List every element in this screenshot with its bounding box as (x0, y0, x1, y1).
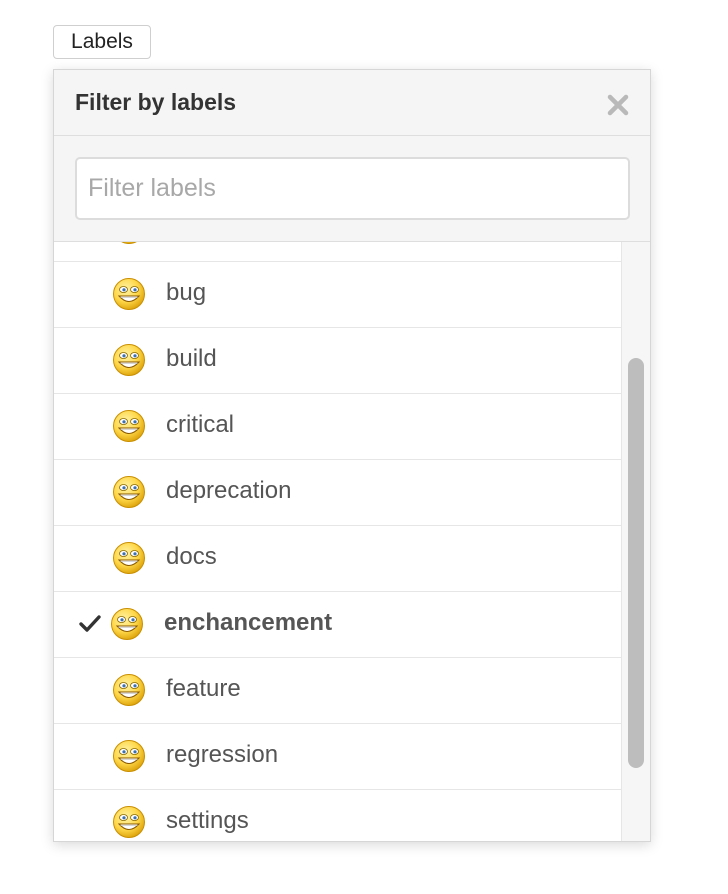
labels-button-label: Labels (71, 30, 133, 53)
smiley-emoji-icon (111, 608, 143, 640)
filter-area (54, 136, 650, 242)
label-filter-popover: Filter by labels breaking bug (53, 69, 651, 842)
label-list: breaking bug build critical (54, 242, 621, 841)
label-item-feature[interactable]: feature (54, 658, 621, 724)
label-name: critical (166, 411, 235, 438)
label-item-enchancement[interactable]: enchancement (54, 592, 621, 658)
checkmark-icon (79, 615, 101, 632)
label-name: regression (166, 741, 279, 768)
smiley-emoji-icon (113, 344, 145, 376)
label-name: docs (166, 543, 217, 570)
close-icon[interactable] (605, 92, 631, 118)
smiley-emoji-icon (113, 740, 145, 772)
smiley-emoji-icon (113, 278, 145, 310)
label-item-breaking[interactable]: breaking (54, 242, 621, 262)
label-name: build (166, 345, 217, 372)
label-item-critical[interactable]: critical (54, 394, 621, 460)
labels-button[interactable]: Labels (53, 25, 151, 59)
popover-title: Filter by labels (75, 89, 237, 115)
smiley-emoji-icon (113, 674, 145, 706)
label-name: deprecation (166, 477, 292, 504)
smiley-emoji-icon (113, 806, 145, 838)
label-name: bug (166, 279, 207, 306)
label-item-bug[interactable]: bug (54, 262, 621, 328)
label-name: settings (166, 807, 249, 834)
scrollbar-thumb[interactable] (628, 358, 644, 768)
smiley-emoji-icon (113, 542, 145, 574)
label-item-regression[interactable]: regression (54, 724, 621, 790)
smiley-emoji-icon (113, 476, 145, 508)
label-name: enchancement (164, 609, 333, 636)
label-item-build[interactable]: build (54, 328, 621, 394)
popover-header: Filter by labels (54, 70, 650, 136)
smiley-emoji-icon (113, 410, 145, 442)
label-item-docs[interactable]: docs (54, 526, 621, 592)
label-name: feature (166, 675, 241, 702)
smiley-emoji-icon (121, 242, 137, 244)
label-list-content: breaking bug build critical (54, 242, 621, 841)
filter-labels-input[interactable] (75, 157, 630, 220)
label-item-settings[interactable]: settings (54, 790, 621, 841)
label-item-deprecation[interactable]: deprecation (54, 460, 621, 526)
